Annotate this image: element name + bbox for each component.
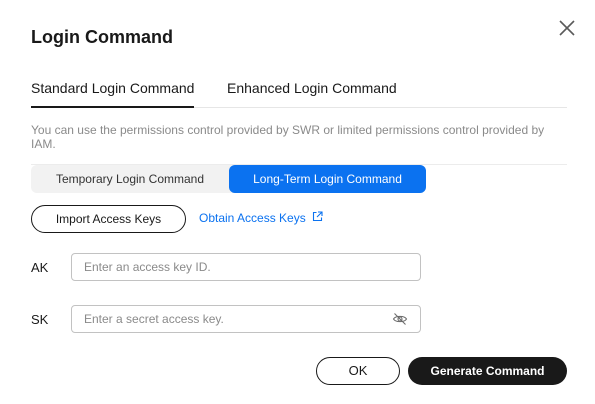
info-text: You can use the permissions control prov… <box>31 123 545 151</box>
ak-label: AK <box>31 260 49 275</box>
tab-enhanced-login-command[interactable]: Enhanced Login Command <box>227 78 397 108</box>
tab-standard-login-command[interactable]: Standard Login Command <box>31 78 195 108</box>
ak-input[interactable] <box>71 253 421 281</box>
sk-label: SK <box>31 312 49 327</box>
dialog-title: Login Command <box>31 27 173 47</box>
login-tabs: Standard Login Command Enhanced Login Co… <box>31 78 567 108</box>
eye-off-icon[interactable] <box>392 312 408 326</box>
generate-command-button[interactable]: Generate Command <box>408 357 567 385</box>
ok-button[interactable]: OK <box>316 357 400 385</box>
close-icon[interactable] <box>556 17 578 39</box>
obtain-access-keys-label: Obtain Access Keys <box>199 211 306 225</box>
segment-long-term-login-command[interactable]: Long-Term Login Command <box>229 165 426 193</box>
sk-input[interactable] <box>71 305 421 333</box>
obtain-access-keys-link[interactable]: Obtain Access Keys <box>199 211 323 225</box>
login-command-dialog: Login Command Standard Login Command Enh… <box>0 0 595 404</box>
command-type-toggle: Temporary Login Command Long-Term Login … <box>31 165 426 193</box>
external-link-icon <box>312 211 323 225</box>
import-access-keys-button[interactable]: Import Access Keys <box>31 205 186 233</box>
segment-temporary-login-command[interactable]: Temporary Login Command <box>31 165 229 193</box>
